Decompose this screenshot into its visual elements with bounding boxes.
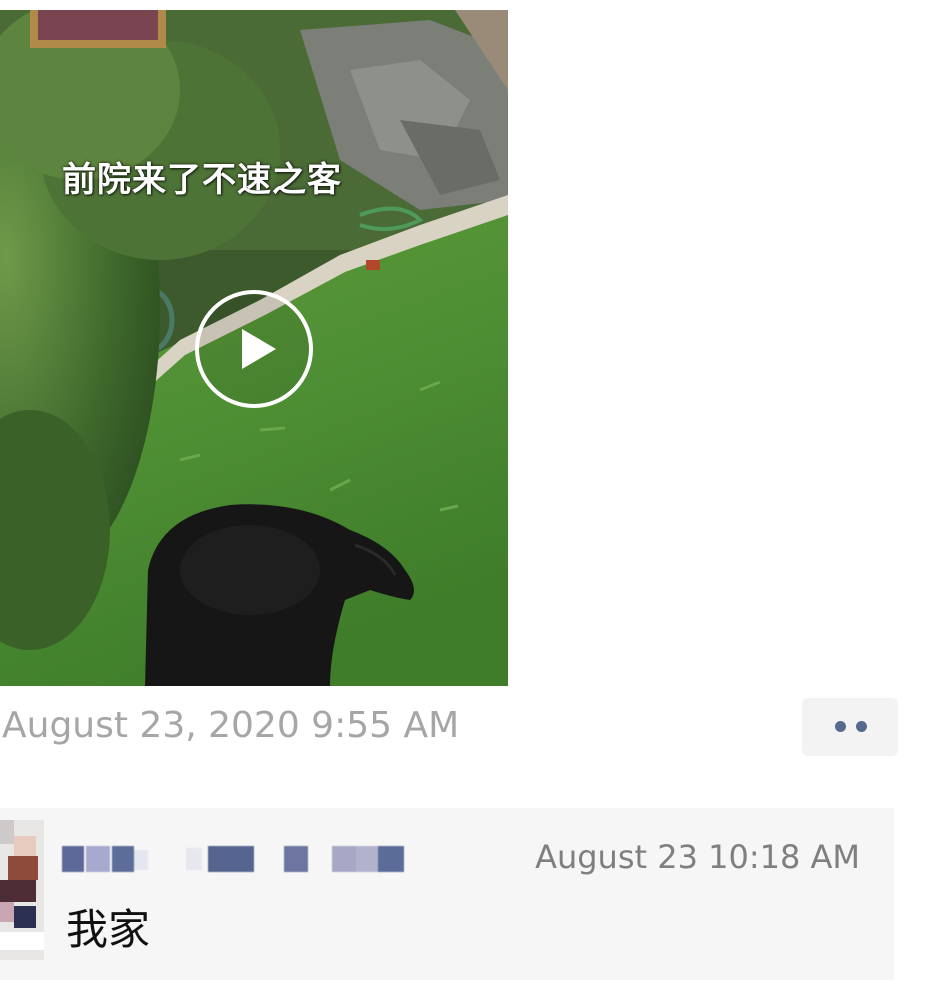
video-thumbnail[interactable]: 前院来了不速之客: [0, 10, 508, 686]
play-circle-icon[interactable]: [194, 289, 314, 409]
comment-text: 我家: [66, 905, 151, 954]
more-options-button[interactable]: [802, 698, 898, 756]
post-timestamp: August 23, 2020 9:55 AM: [2, 705, 460, 746]
comment-timestamp: August 23 10:18 AM: [535, 838, 860, 876]
more-dots-icon: [835, 721, 846, 732]
avatar[interactable]: [0, 820, 44, 960]
video-caption: 前院来了不速之客: [62, 160, 342, 200]
comment-item: August 23 10:18 AM 我家: [0, 808, 894, 980]
more-dots-icon: [856, 721, 867, 732]
comment-author-name-redacted[interactable]: [62, 846, 412, 872]
